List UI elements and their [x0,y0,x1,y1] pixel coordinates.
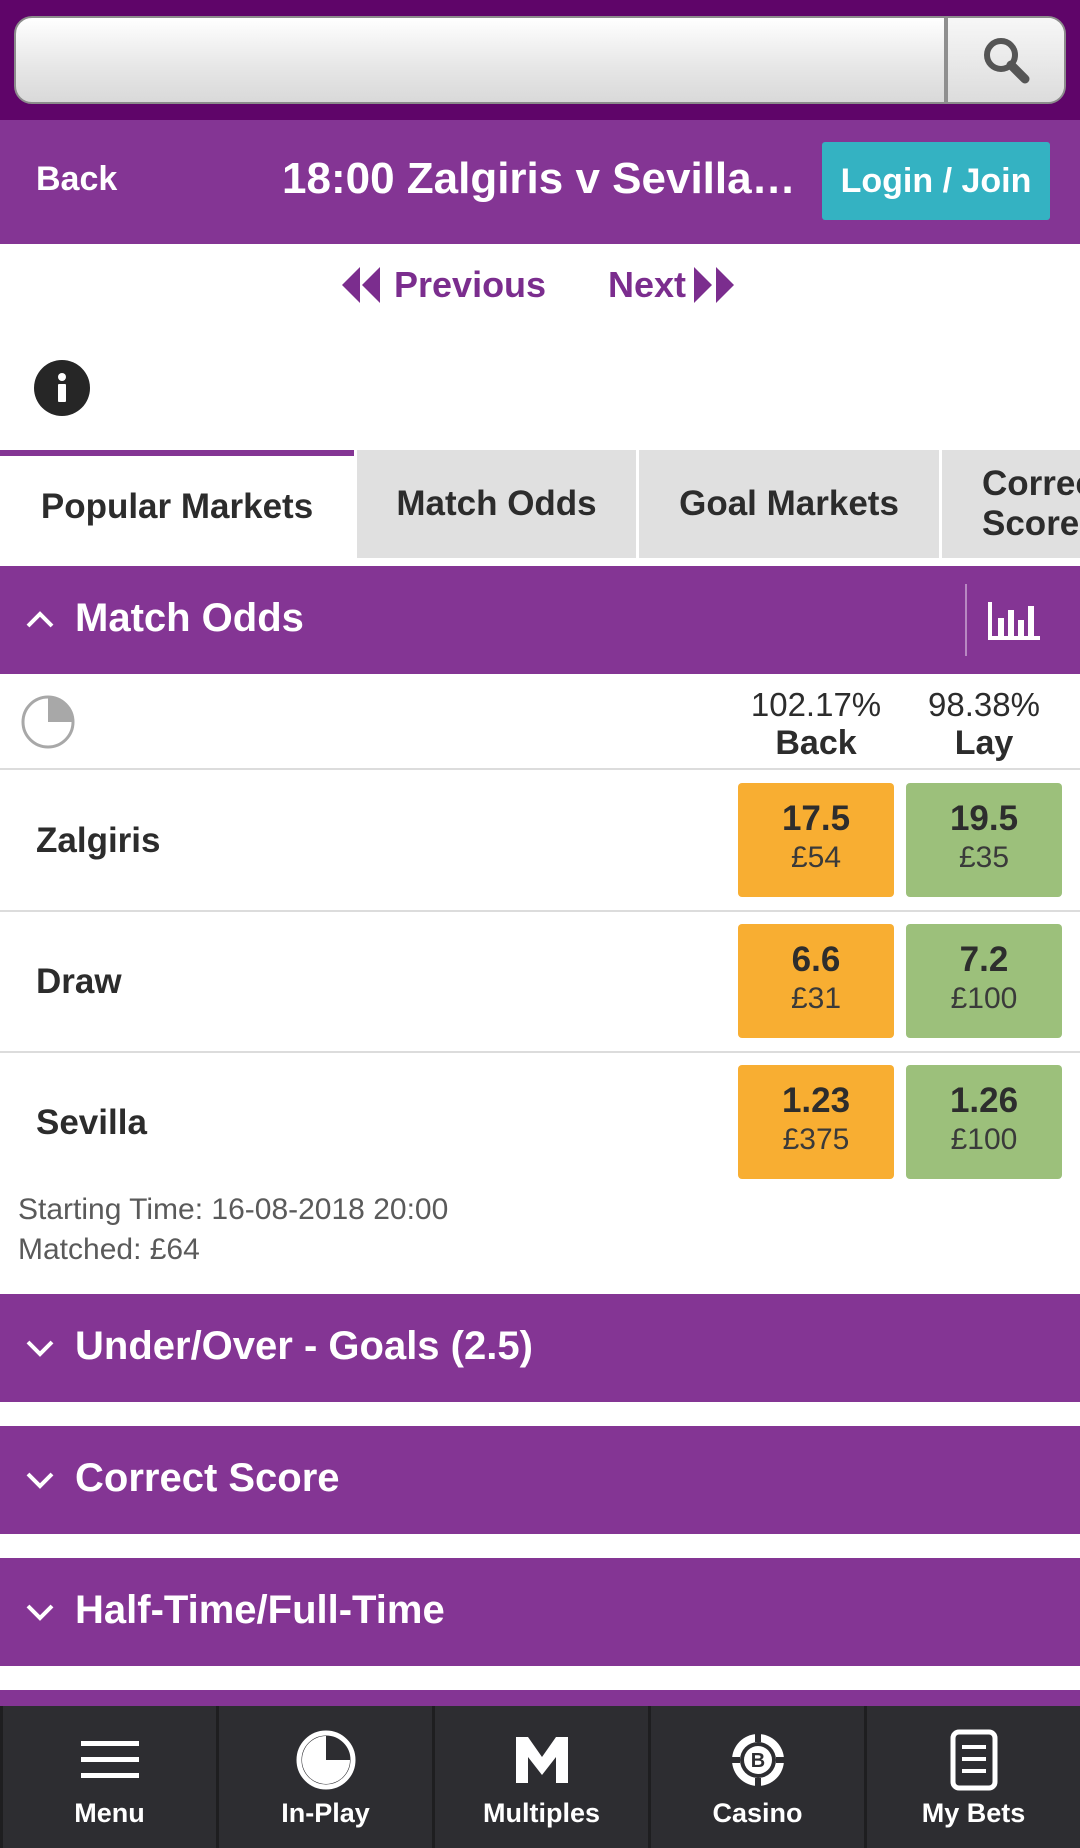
market-title: Under/Over - Goals (2.5) [75,1324,533,1368]
search-input[interactable] [16,18,946,102]
next-event-link[interactable]: Next [608,264,740,306]
starting-time: Starting Time: 16-08-2018 20:00 [18,1193,449,1226]
lay-price: 7.2 [959,940,1009,979]
nav-my-bets[interactable]: My Bets [864,1706,1080,1848]
nav-menu[interactable]: Menu [0,1706,216,1848]
back-price: 6.6 [791,940,841,979]
runner-row: Draw 6.6 £31 7.2 £100 [0,912,1080,1053]
under-over-header[interactable]: Under/Over - Goals (2.5) [0,1294,1080,1402]
lay-odds-button[interactable]: 7.2 £100 [906,924,1062,1038]
back-price: 17.5 [781,799,851,838]
tab-correct-score[interactable]: Correct Score [942,450,1080,558]
previous-label: Previous [394,264,547,305]
market-title: Correct Score [75,1456,340,1500]
market-title: Match Odds [75,596,304,640]
half-time-full-time-header[interactable]: Half-Time/Full-Time [0,1558,1080,1666]
back-size: £31 [790,982,842,1015]
back-label: Back [775,724,857,762]
back-odds-button[interactable]: 17.5 £54 [738,783,894,897]
nav-casino[interactable]: B Casino [648,1706,864,1848]
bottom-nav: Menu In-Play Multiples B Casino My Bets [0,1706,1080,1848]
back-button[interactable]: Back [36,160,117,199]
back-size: £375 [782,1123,850,1156]
lay-label: Lay [954,724,1014,762]
next-label: Next [608,264,687,305]
search-bar [0,0,1080,120]
correct-score-header[interactable]: Correct Score [0,1426,1080,1534]
nav-label: Multiples [482,1798,600,1828]
market-title: Half-Time/Full-Time [75,1588,445,1632]
in-play-clock-icon [21,695,75,749]
page-title: 18:00 Zalgiris v Sevilla (Europa League) [282,154,802,203]
lay-odds-button[interactable]: 19.5 £35 [906,783,1062,897]
search-button[interactable] [944,18,1064,102]
nav-multiples[interactable]: Multiples [432,1706,648,1848]
back-column-header: 102.17% Back [738,686,894,763]
chevron-down-icon [26,1604,54,1621]
info-icon[interactable] [34,360,90,416]
match-odds-header[interactable]: Match Odds [0,566,1080,674]
runner-name: Draw [36,962,122,1001]
nav-in-play[interactable]: In-Play [216,1706,432,1848]
back-odds-button[interactable]: 1.23 £375 [738,1065,894,1179]
nav-label: Menu [74,1798,145,1828]
double-chevron-right-icon [694,267,735,303]
tab-popular-markets[interactable]: Popular Markets [0,450,354,558]
odds-header-row: 102.17% Back 98.38% Lay [0,674,1080,770]
svg-text:B: B [750,1750,764,1772]
tab-goal-markets[interactable]: Goal Markets [639,450,939,558]
bar-chart-icon[interactable] [986,600,1042,642]
back-size: £54 [790,841,842,874]
in-play-icon [296,1730,355,1790]
tab-match-odds[interactable]: Match Odds [357,450,636,558]
multiples-icon [515,1737,568,1783]
runner-name: Zalgiris [36,821,161,860]
next-market-header[interactable] [0,1690,1080,1706]
lay-size: £35 [958,841,1010,874]
market-tabs: Popular Markets Match Odds Goal Markets … [0,450,1080,558]
lay-odds-button[interactable]: 1.26 £100 [906,1065,1062,1179]
double-chevron-left-icon [342,267,380,303]
chevron-down-icon [26,1472,54,1489]
chevron-down-icon [26,1340,54,1357]
lay-price: 1.26 [949,1081,1019,1120]
search-icon [984,38,1030,84]
menu-icon [80,1741,139,1778]
back-price: 1.23 [781,1081,851,1120]
runner-row: Sevilla 1.23 £375 1.26 £100 [0,1053,1080,1194]
previous-event-link[interactable]: Previous [340,264,546,306]
back-percentage: 102.17% [750,686,882,723]
casino-chip-icon: B [731,1734,784,1786]
lay-percentage: 98.38% [928,686,1040,723]
runner-name: Sevilla [36,1103,147,1142]
market-info: Starting Time: 16-08-2018 20:00 Matched:… [18,1190,448,1270]
runner-row: Zalgiris 17.5 £54 19.5 £35 [0,771,1080,912]
nav-label: Casino [712,1798,803,1828]
lay-size: £100 [950,982,1018,1015]
lay-column-header: 98.38% Lay [906,686,1062,763]
login-join-button[interactable]: Login / Join [822,142,1050,220]
event-header: Back 18:00 Zalgiris v Sevilla (Europa Le… [0,120,1080,244]
matched-amount: Matched: £64 [18,1233,200,1266]
search-box [14,16,1066,104]
event-pager: Previous Next [0,244,1080,334]
divider [965,584,967,656]
lay-size: £100 [950,1123,1018,1156]
chevron-up-icon [26,611,54,628]
lay-price: 19.5 [949,799,1019,838]
nav-label: In-Play [281,1798,370,1828]
bet-slip-icon [950,1729,997,1791]
nav-label: My Bets [921,1798,1026,1828]
info-glyph-icon [58,373,66,402]
back-odds-button[interactable]: 6.6 £31 [738,924,894,1038]
